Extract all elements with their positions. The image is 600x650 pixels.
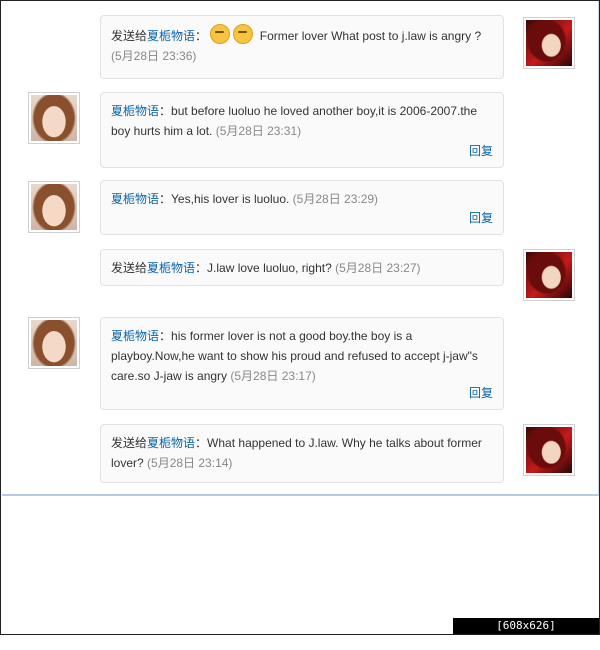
message-bubble: 发送给夏栀物语：J.law love luoluo, right? (5月28日…	[100, 249, 504, 286]
thinking-emoji-icon	[233, 24, 254, 44]
colon: ：	[159, 104, 172, 118]
message-bubble: 夏栀物语：but before luoluo he loved another …	[100, 92, 504, 168]
contact-name-link[interactable]: 夏栀物语	[111, 104, 159, 118]
contact-name-link[interactable]: 夏栀物语	[147, 436, 195, 450]
reply-link[interactable]: 回复	[469, 141, 493, 161]
screenshot-frame: 发送给夏栀物语： Former lover What post to j.law…	[0, 0, 600, 648]
message-bubble: 发送给夏栀物语：What happened to J.law. Why he t…	[100, 424, 504, 483]
message-timestamp: (5月28日 23:31)	[215, 124, 302, 138]
message-text: Yes,his lover is luoluo.	[171, 192, 290, 206]
image-host-watermark: [608x626] http://upic.me/	[453, 618, 599, 648]
message-timestamp: (5月28日 23:36)	[111, 49, 197, 63]
colon: ：	[159, 329, 172, 343]
message-timestamp: (5月28日 23:27)	[335, 261, 421, 275]
message-timestamp: (5月28日 23:17)	[230, 369, 316, 383]
my-avatar[interactable]	[523, 424, 575, 476]
reply-link[interactable]: 回复	[469, 383, 493, 403]
contact-name-link[interactable]: 夏栀物语	[111, 329, 159, 343]
my-avatar[interactable]	[523, 17, 575, 69]
sent-to-label: 发送给	[111, 436, 148, 450]
message-thread: 发送给夏栀物语： Former lover What post to j.law…	[2, 1, 599, 496]
contact-name-link[interactable]: 夏栀物语	[147, 29, 195, 43]
contact-avatar[interactable]	[28, 181, 80, 233]
contact-name-link[interactable]: 夏栀物语	[147, 261, 195, 275]
message-bubble: 发送给夏栀物语： Former lover What post to j.law…	[100, 15, 504, 79]
contact-name-link[interactable]: 夏栀物语	[111, 192, 159, 206]
reply-link[interactable]: 回复	[469, 208, 493, 228]
my-avatar[interactable]	[523, 249, 575, 301]
message-bubble: 夏栀物语：his former lover is not a good boy.…	[100, 317, 504, 410]
contact-avatar[interactable]	[28, 317, 80, 369]
message-text: J.law love luoluo, right?	[207, 261, 332, 275]
colon: ：	[159, 192, 172, 206]
message-bubble: 夏栀物语：Yes,his lover is luoluo. (5月28日 23:…	[100, 180, 504, 235]
colon: ：	[195, 436, 208, 450]
squint-emoji-icon	[210, 24, 231, 44]
message-text: Former lover What post to j.law is angry…	[259, 29, 482, 43]
colon: ：	[195, 29, 208, 43]
sent-to-label: 发送给	[111, 29, 148, 43]
colon: ：	[195, 261, 208, 275]
message-timestamp: (5月28日 23:29)	[292, 192, 379, 206]
contact-avatar[interactable]	[28, 92, 80, 144]
message-timestamp: (5月28日 23:14)	[147, 456, 233, 470]
sent-to-label: 发送给	[111, 261, 148, 275]
